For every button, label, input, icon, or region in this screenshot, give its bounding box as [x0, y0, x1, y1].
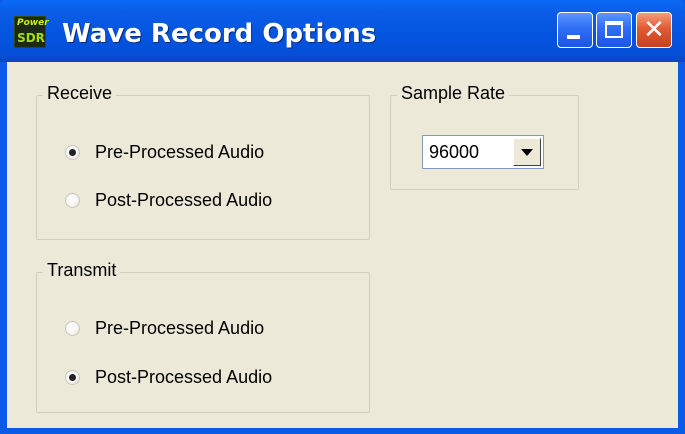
- transmit-group-label: Transmit: [43, 260, 121, 281]
- radio-label: Post-Processed Audio: [95, 367, 273, 387]
- radio-label: Pre-Processed Audio: [95, 142, 265, 162]
- app-icon-text-top: Power: [17, 18, 49, 28]
- transmit-group: Transmit Pre-Processed Audio Post-Proces…: [36, 260, 370, 413]
- receive-group: Receive Pre-Processed Audio Post-Process…: [36, 83, 370, 240]
- chevron-down-icon: [521, 149, 533, 156]
- radio-selected-dot: [69, 374, 76, 381]
- window: Power SDR Wave Record Options ✕ Receive …: [0, 0, 685, 434]
- sample-rate-dropdown[interactable]: 96000: [422, 135, 544, 169]
- window-title: Wave Record Options: [62, 19, 377, 49]
- close-button[interactable]: ✕: [636, 12, 672, 48]
- radio-button[interactable]: [65, 193, 80, 208]
- receive-group-label: Receive: [43, 83, 117, 104]
- sample-rate-value: 96000: [429, 142, 480, 162]
- radio-selected-dot: [69, 149, 76, 156]
- minimize-button[interactable]: [557, 12, 593, 48]
- sample-rate-group-label: Sample Rate: [397, 83, 510, 104]
- radio-button[interactable]: [65, 321, 80, 336]
- sample-rate-group: Sample Rate 96000: [390, 83, 579, 190]
- radio-label: Pre-Processed Audio: [95, 318, 265, 338]
- radio-button[interactable]: [65, 145, 80, 160]
- close-icon: ✕: [643, 15, 665, 45]
- radio-button[interactable]: [65, 370, 80, 385]
- dropdown-button[interactable]: [513, 138, 541, 166]
- radio-label: Post-Processed Audio: [95, 190, 273, 210]
- maximize-icon: [605, 21, 623, 38]
- app-icon[interactable]: Power SDR: [14, 16, 49, 48]
- minimize-icon: [567, 35, 580, 39]
- dialog-client-area: Receive Pre-Processed Audio Post-Process…: [7, 62, 678, 428]
- maximize-button[interactable]: [596, 12, 632, 48]
- app-icon-text-bottom: SDR: [17, 31, 45, 45]
- title-bar[interactable]: Power SDR Wave Record Options ✕: [0, 0, 685, 62]
